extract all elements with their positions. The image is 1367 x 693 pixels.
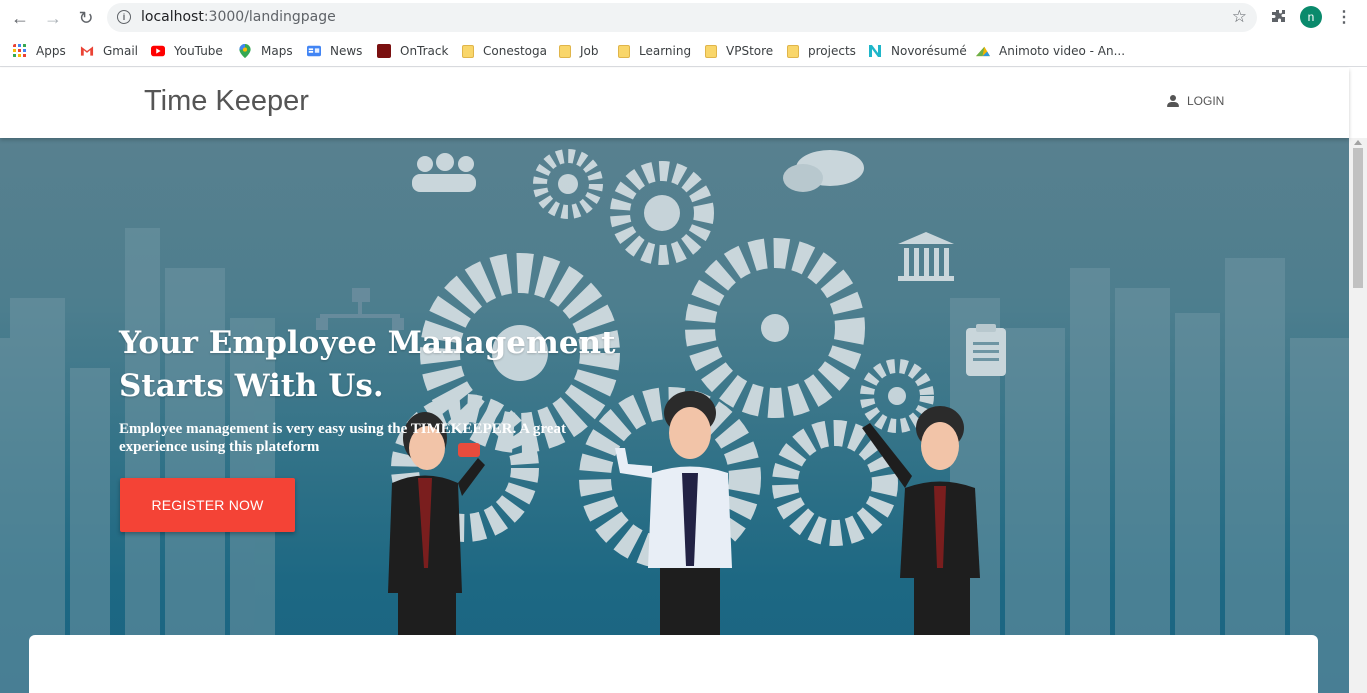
extensions-puzzle-icon[interactable]: [1268, 7, 1288, 27]
bookmark-news[interactable]: News: [307, 41, 362, 61]
folder-icon: [705, 44, 717, 58]
bookmark-animoto[interactable]: Animoto video - An...: [976, 41, 1125, 61]
bookmark-label: Gmail: [103, 44, 139, 58]
animoto-icon: [976, 46, 990, 57]
content-card: [29, 635, 1318, 693]
apps-grid-icon: [13, 44, 26, 57]
bookmark-label: Novorésumé: [891, 44, 967, 58]
news-icon: [307, 45, 321, 57]
clipboard-icon: [966, 324, 1006, 376]
bookmark-star-icon[interactable]: ☆: [1232, 7, 1247, 27]
forward-arrow-icon[interactable]: →: [41, 6, 65, 30]
brand-title[interactable]: Time Keeper: [144, 85, 309, 118]
ontrack-icon: [377, 44, 391, 58]
url-host: localhost: [141, 9, 204, 25]
scroll-up-arrow-icon[interactable]: [1354, 140, 1362, 145]
novoresume-icon: [869, 45, 881, 57]
youtube-icon: [151, 45, 165, 57]
bookmark-youtube[interactable]: YouTube: [151, 41, 223, 61]
browser-menu-icon[interactable]: ⋮: [1334, 6, 1354, 28]
bookmark-vpstore[interactable]: VPStore: [705, 41, 773, 61]
folder-icon: [787, 44, 799, 58]
bookmark-label: Job: [580, 44, 599, 58]
bookmark-maps[interactable]: Maps: [238, 41, 293, 61]
bookmark-learning[interactable]: Learning: [618, 41, 691, 61]
scrollbar-thumb[interactable]: [1353, 148, 1363, 288]
person-icon: [1166, 94, 1180, 108]
chat-bubble-icon: [783, 150, 864, 192]
register-now-button[interactable]: REGISTER NOW: [120, 478, 295, 532]
bookmark-label: OnTrack: [400, 44, 449, 58]
bookmark-label: YouTube: [174, 44, 223, 58]
gmail-icon: [80, 46, 94, 56]
back-arrow-icon[interactable]: ←: [8, 6, 32, 30]
bookmark-novoresume[interactable]: Novorésumé: [868, 41, 967, 61]
bookmark-job[interactable]: Job: [559, 41, 599, 61]
folder-icon: [462, 44, 474, 58]
bookmark-label: Learning: [639, 44, 692, 58]
folder-icon: [618, 44, 630, 58]
bookmark-label: projects: [808, 44, 856, 58]
bookmark-label: Animoto video - An...: [999, 44, 1126, 58]
bookmark-label: Maps: [261, 44, 293, 58]
bookmark-projects[interactable]: projects: [787, 41, 856, 61]
address-bar[interactable]: i localhost:3000/landingpage ☆: [107, 3, 1257, 32]
hero-section: Your Employee Management Starts With Us.…: [0, 138, 1349, 693]
page-scrollbar[interactable]: [1349, 138, 1367, 693]
maps-pin-icon: [239, 44, 251, 58]
people-group-icon: [412, 153, 476, 192]
hero-title: Your Employee Management Starts With Us.: [119, 325, 616, 404]
bookmark-apps[interactable]: Apps: [13, 41, 66, 61]
profile-avatar[interactable]: n: [1300, 6, 1322, 28]
bookmark-ontrack[interactable]: OnTrack: [377, 41, 448, 61]
login-button[interactable]: LOGIN: [1166, 94, 1224, 108]
browser-toolbar: ← → ↻ i localhost:3000/landingpage ☆ n ⋮: [0, 0, 1367, 35]
site-header: Time Keeper LOGIN: [0, 68, 1349, 138]
url-path: :3000/landingpage: [203, 9, 336, 25]
bookmark-label: Apps: [36, 44, 66, 58]
bookmark-label: VPStore: [726, 44, 774, 58]
bookmark-label: Conestoga: [483, 44, 547, 58]
login-label: LOGIN: [1187, 94, 1225, 108]
bank-icon: [898, 232, 954, 281]
bookmark-conestoga[interactable]: Conestoga: [462, 41, 547, 61]
bookmark-label: News: [330, 44, 363, 58]
bookmarks-bar: Apps Gmail YouTube Maps News OnTrack Con…: [0, 35, 1367, 67]
site-info-icon[interactable]: i: [117, 10, 131, 24]
hero-subtitle: Employee management is very easy using t…: [119, 421, 566, 455]
hero-illustration: [0, 149, 1349, 693]
url-text[interactable]: localhost:3000/landingpage: [141, 9, 336, 25]
bookmark-gmail[interactable]: Gmail: [80, 41, 138, 61]
folder-icon: [559, 44, 571, 58]
reload-icon[interactable]: ↻: [74, 6, 98, 30]
